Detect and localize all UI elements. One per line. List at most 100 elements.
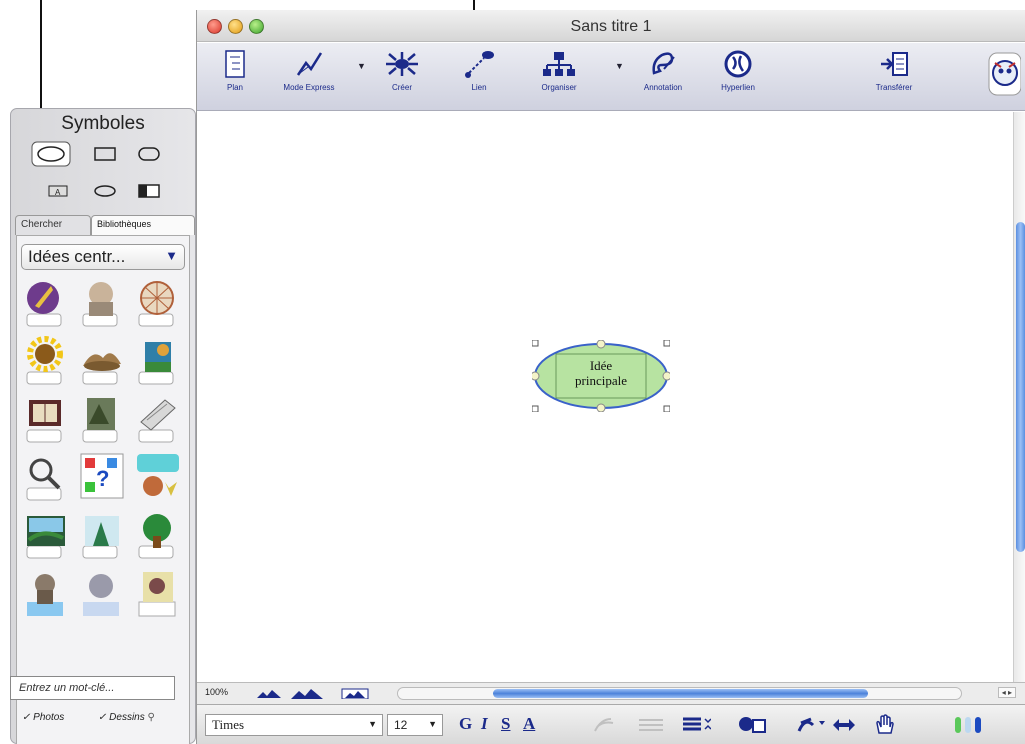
photos-checkbox-label: Photos [33, 712, 65, 723]
symbol-thumbnail[interactable] [23, 394, 69, 446]
connector-handle-right [662, 371, 670, 381]
svg-text:A: A [55, 188, 61, 197]
hand-tool-icon[interactable] [873, 713, 897, 737]
resize-handle-bottom-right [663, 405, 670, 412]
shape-text-box[interactable]: A [47, 183, 69, 199]
brush-icon[interactable] [591, 715, 617, 735]
horizontal-scrollbar[interactable] [397, 687, 962, 700]
chevron-down-icon: ▼ [428, 719, 437, 729]
symbol-thumbnail[interactable] [79, 510, 125, 562]
horizontal-scroll-thumb[interactable] [493, 689, 868, 698]
drawings-checkbox-label: Dessins [109, 712, 145, 723]
organize-dropdown-icon[interactable]: ▼ [615, 61, 624, 71]
symbol-thumbnail[interactable] [79, 278, 125, 330]
symbol-thumbnail[interactable] [135, 510, 181, 562]
symbol-thumbnail[interactable] [135, 452, 181, 504]
shape-rounded-rectangle[interactable] [137, 145, 161, 163]
window-title: Sans titre 1 [570, 18, 652, 35]
vertical-scroll-thumb[interactable] [1016, 222, 1025, 552]
symbol-thumbnail[interactable] [23, 510, 69, 562]
resize-handle-top-right [663, 340, 670, 347]
shape-half-filled[interactable] [137, 183, 161, 199]
drawings-checkbox[interactable]: ✓ Dessins ⚲ [98, 712, 155, 723]
toolbar-hyperlink-button[interactable]: Hyperlien [711, 49, 765, 92]
toolbar-link-button[interactable]: Lien [459, 49, 499, 92]
resize-handle-bottom-left [532, 405, 539, 412]
font-family-value: Times [212, 717, 245, 732]
toolbar-express-button[interactable]: Mode Express [277, 49, 341, 92]
tab-libraries[interactable]: Bibliothèques [91, 215, 195, 235]
main-toolbar: Plan Mode Express ▼ Créer Lien Organiser… [197, 43, 1025, 111]
outline-icon [225, 50, 245, 78]
checkmark-icon: ✓ [22, 712, 31, 723]
checkmark-icon: ✓ [98, 712, 107, 723]
symbol-thumbnail[interactable] [79, 394, 125, 446]
central-idea-line-1: Idée [589, 358, 613, 373]
connector-handle-top [596, 340, 606, 349]
scroll-arrows-icon[interactable]: ◂ ▸ [997, 687, 1016, 698]
hyperlink-icon [724, 50, 752, 78]
symbol-thumbnail[interactable] [135, 278, 181, 330]
text-color-button[interactable]: A [523, 714, 535, 734]
transfer-icon [881, 52, 908, 76]
font-size-dropdown[interactable]: 12 ▼ [387, 714, 443, 736]
line-style-icon[interactable] [637, 715, 665, 735]
callout-line-palette [40, 0, 42, 108]
symbol-thumbnail[interactable] [23, 452, 69, 504]
move-arrows-icon[interactable] [831, 715, 857, 735]
express-dropdown-icon[interactable]: ▼ [357, 61, 366, 71]
zoom-level: 100% [205, 687, 229, 697]
branch-style-icon[interactable] [797, 715, 827, 735]
search-icon[interactable]: ⚲ [148, 712, 155, 723]
symbol-thumbnail[interactable] [23, 278, 69, 330]
symbols-palette: Symboles A Chercher Bibliothèques Idées … [10, 108, 196, 744]
shape-rectangle[interactable] [93, 145, 117, 163]
zoom-bar: 100% ◂ ▸ [197, 682, 1025, 704]
symbol-thumbnail[interactable] [135, 394, 181, 446]
library-dropdown[interactable]: Idées centr... ▼ [21, 244, 185, 270]
symbol-thumbnail[interactable] [23, 336, 69, 388]
shape-oval-selected[interactable] [31, 141, 71, 167]
toolbar-outline-button[interactable]: Plan [215, 49, 255, 92]
central-idea-label: Idée principale [556, 358, 646, 388]
toolbar-create-button[interactable]: Créer [377, 49, 427, 92]
zoom-fit-icon[interactable] [341, 688, 369, 699]
symbol-thumbnail[interactable] [79, 336, 125, 388]
toolbar-annotation-button[interactable]: Annotation [633, 49, 693, 92]
link-icon [465, 51, 494, 78]
toolbar-organize-button[interactable]: Organiser [529, 49, 589, 92]
library-panel: Idées centr... ▼ ? [16, 235, 190, 744]
symbol-grid: ? [23, 278, 185, 632]
italic-button[interactable]: I [481, 714, 488, 734]
zoom-out-icon[interactable] [255, 688, 283, 699]
bold-button[interactable]: G [459, 714, 472, 734]
svg-text:?: ? [96, 466, 109, 491]
library-dropdown-value: Idées centr... [28, 247, 126, 266]
vertical-scrollbar[interactable] [1013, 112, 1025, 682]
keyword-search-input[interactable]: Entrez un mot-clé... [10, 676, 175, 700]
tab-search[interactable]: Chercher [15, 215, 91, 235]
symbol-thumbnail[interactable]: ? [79, 452, 125, 504]
shape-ellipse-small[interactable] [93, 183, 117, 199]
underline-button[interactable]: S [501, 714, 510, 734]
toolbar-express-label: Mode Express [283, 83, 335, 92]
central-idea-line-2: principale [575, 373, 627, 388]
toolbar-transfer-button[interactable]: Transférer [867, 49, 921, 92]
shape-picker: A [19, 137, 187, 209]
align-icon[interactable] [681, 715, 711, 735]
app-logo-icon[interactable] [987, 51, 1021, 97]
font-family-dropdown[interactable]: Times ▼ [205, 714, 383, 736]
chevron-down-icon: ▼ [368, 719, 377, 729]
chevron-down-icon: ▼ [165, 248, 178, 263]
symbol-thumbnail[interactable] [135, 336, 181, 388]
symbol-thumbnail[interactable] [135, 568, 181, 620]
format-bar: Times ▼ 12 ▼ G I S A [197, 704, 1025, 744]
photos-checkbox[interactable]: ✓ Photos [22, 712, 64, 723]
zoom-in-icon[interactable] [289, 688, 325, 699]
organize-icon [543, 52, 575, 76]
symbol-thumbnail[interactable] [79, 568, 125, 620]
balance-icon[interactable] [737, 715, 767, 735]
color-bars-icon[interactable] [953, 714, 989, 736]
font-size-value: 12 [394, 718, 408, 732]
symbol-thumbnail[interactable] [23, 568, 69, 620]
